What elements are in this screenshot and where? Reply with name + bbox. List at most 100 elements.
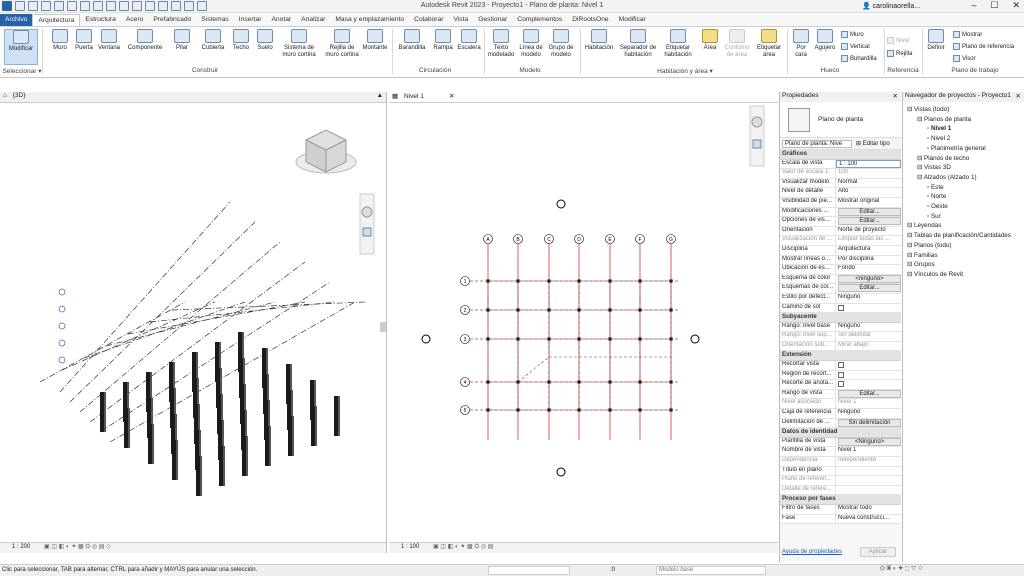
plan-column[interactable]	[547, 408, 551, 412]
browser-node[interactable]: ▫ Sur	[927, 213, 941, 220]
viewer-button[interactable]: Visor	[953, 55, 976, 62]
properties-help-link[interactable]: Ayuda de propiedades	[782, 549, 842, 555]
plan-column[interactable]	[608, 408, 612, 412]
panel-select-dropdown[interactable]: Seleccionar ▾	[2, 67, 42, 75]
plan-nav-bar[interactable]	[749, 105, 765, 167]
property-section-header[interactable]: Datos de identidad	[780, 428, 901, 438]
browser-node[interactable]: ⊟ Alzados (Alzado 1)	[917, 174, 977, 181]
door-button[interactable]: Puerta	[73, 29, 95, 52]
plan-column[interactable]	[638, 279, 642, 283]
elevation-marker-south[interactable]	[556, 467, 566, 477]
plan-canvas[interactable]: A B C D E F G12345	[389, 92, 778, 542]
checkbox-icon[interactable]	[838, 381, 844, 388]
expand-icon[interactable]: ⊟	[907, 232, 914, 239]
properties-close-icon[interactable]: ✕	[893, 92, 898, 100]
level-marker[interactable]	[58, 356, 66, 364]
property-value[interactable]: Ninguno	[836, 409, 901, 418]
plan-column[interactable]	[516, 308, 520, 312]
property-section-header[interactable]: Gráficos	[780, 150, 901, 160]
3d-column[interactable]	[148, 424, 152, 464]
tag-room-button[interactable]: Etiquetar habitación	[660, 29, 696, 59]
3d-column[interactable]	[219, 446, 223, 486]
menu-tab-10[interactable]: Colaborar	[409, 14, 448, 26]
plan-column[interactable]	[638, 337, 642, 341]
property-checkbox[interactable]	[836, 380, 901, 389]
3d-column[interactable]	[172, 440, 176, 480]
room-separator-button[interactable]: Separador de habitación	[618, 29, 658, 59]
plan-column[interactable]	[516, 337, 520, 341]
property-checkbox[interactable]	[836, 371, 901, 380]
minimize-icon[interactable]: –	[971, 0, 976, 11]
component-button[interactable]: Componente	[124, 29, 166, 52]
3d-column[interactable]	[288, 416, 292, 456]
stair-button[interactable]: Escalera	[456, 29, 482, 52]
property-value[interactable]: Nivel 1	[836, 447, 901, 456]
browser-node[interactable]: ▫ Norte	[927, 193, 946, 200]
property-value[interactable]	[836, 467, 901, 476]
level-button[interactable]: Nivel	[887, 37, 909, 44]
browser-node[interactable]: ⊟ Familias	[907, 252, 937, 259]
expand-icon[interactable]: ⊟	[907, 261, 914, 268]
3d-column[interactable]	[265, 426, 269, 466]
menu-tab-11[interactable]: Vista	[448, 14, 473, 26]
menu-tab-9[interactable]: Masa y emplazamiento	[330, 14, 409, 26]
menu-tab-12[interactable]: Gestionar	[473, 14, 512, 26]
level-marker[interactable]	[58, 305, 66, 313]
grid-button[interactable]: Rejilla	[887, 50, 912, 57]
plan-steering-wheel-icon[interactable]	[751, 116, 763, 128]
property-button-label[interactable]: Editar...	[838, 389, 901, 398]
expand-icon[interactable]: ⊟	[917, 155, 924, 162]
dormer-button[interactable]: Buhardilla	[841, 55, 877, 62]
wall-button[interactable]: Muro	[48, 29, 72, 52]
panel-room-area-dropdown[interactable]: Habitación y área ▾	[640, 67, 730, 75]
plan-column[interactable]	[516, 380, 520, 384]
window-button[interactable]: Ventana	[96, 29, 122, 52]
model-group-button[interactable]: Grupo de modelo	[546, 29, 576, 59]
expand-icon[interactable]: ⊟	[907, 106, 914, 113]
plan-column[interactable]	[486, 308, 490, 312]
vertical-scrollbar-thumb[interactable]	[380, 322, 386, 332]
plan-column[interactable]	[547, 380, 551, 384]
checkbox-icon[interactable]	[838, 371, 844, 378]
user-account[interactable]: 👤 carolinaorella...	[862, 2, 920, 10]
browser-close-icon[interactable]: ✕	[1016, 92, 1021, 100]
checkbox-icon[interactable]	[838, 362, 844, 369]
plan-column[interactable]	[486, 380, 490, 384]
property-edit-button[interactable]: <Ninguno>	[836, 437, 901, 447]
curtain-grid-button[interactable]: Rejilla de muro cortina	[322, 29, 362, 59]
property-edit-button[interactable]: Editar...	[836, 284, 901, 293]
room-button[interactable]: Habitación	[582, 29, 616, 52]
property-value[interactable]: Arquitectura	[836, 246, 901, 255]
elevation-marker-north[interactable]	[556, 199, 566, 209]
model-text-button[interactable]: Texto modelado	[486, 29, 516, 59]
plan-column[interactable]	[486, 408, 490, 412]
plan-view-control-icons[interactable]: ▣ ◫ ◧ ◐ ✦ ▦ ⛭ ◎ ▤	[433, 544, 493, 550]
property-button-label[interactable]: <Ninguno>	[838, 437, 901, 446]
menu-tab-7[interactable]: Anotar	[266, 14, 296, 26]
property-edit-button[interactable]: Editar...	[836, 217, 901, 226]
edit-type-button[interactable]: ⊞ Editar tipo	[856, 140, 890, 147]
property-input[interactable]: 1 : 100	[836, 159, 901, 169]
plan-column[interactable]	[547, 308, 551, 312]
level-marker[interactable]	[58, 322, 66, 330]
level-marker[interactable]	[58, 339, 66, 347]
view-3d-control-icons[interactable]: ▣ ◫ ◧ ◐ ✦ ▦ ⛭ ◎ ▤ ◇	[44, 544, 111, 550]
plan-column[interactable]	[608, 337, 612, 341]
column-button[interactable]: Pilar	[172, 29, 192, 52]
close-icon[interactable]: ✕	[1012, 0, 1020, 11]
mullion-button[interactable]: Montante	[360, 29, 390, 52]
menu-tab-13[interactable]: Complementos	[512, 14, 567, 26]
ramp-button[interactable]: Rampa	[432, 29, 454, 52]
steering-wheel-icon[interactable]	[361, 206, 373, 218]
menu-tab-3[interactable]: Acero	[121, 14, 148, 26]
expand-icon[interactable]: ⊟	[917, 164, 924, 171]
menu-tab-15[interactable]: Modificar	[614, 14, 651, 26]
3d-column[interactable]	[334, 396, 338, 436]
plan-view-scale[interactable]: 1 : 100	[401, 544, 419, 550]
plan-column[interactable]	[516, 408, 520, 412]
railing-button[interactable]: Barandilla	[396, 29, 428, 52]
menu-tab-2[interactable]: Estructura	[80, 14, 120, 26]
property-button-label[interactable]: Editar...	[838, 207, 901, 216]
browser-node[interactable]: ▫ Nivel 2	[927, 135, 950, 142]
expand-icon[interactable]: ⊟	[907, 242, 914, 249]
